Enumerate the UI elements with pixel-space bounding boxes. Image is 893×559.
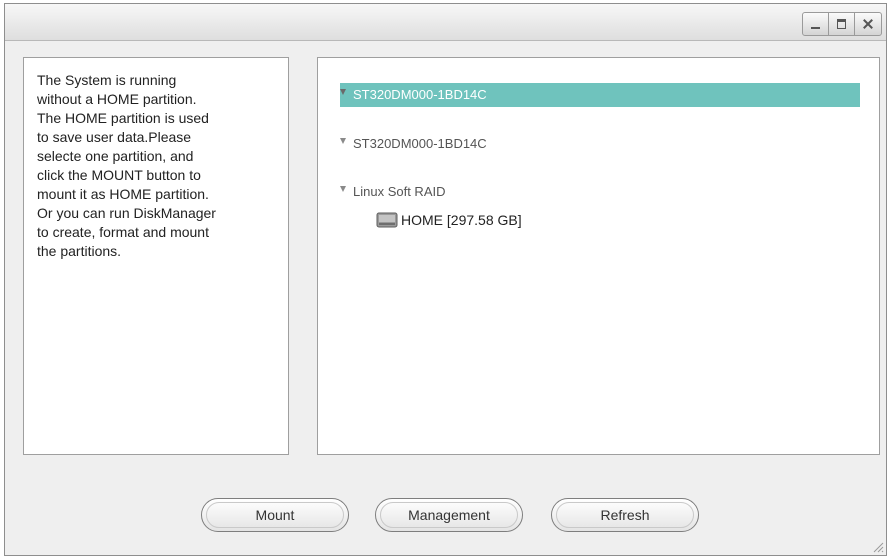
info-text-line: The System is running bbox=[37, 72, 177, 88]
maximize-icon[interactable] bbox=[829, 13, 855, 35]
management-button[interactable]: Management bbox=[375, 498, 523, 532]
title-bar[interactable] bbox=[5, 4, 886, 41]
tree-item-device-1[interactable]: ST320DM000-1BD14C bbox=[340, 83, 860, 107]
info-text-line: to save user data.Please bbox=[37, 129, 192, 145]
window-controls bbox=[802, 12, 882, 36]
disk-tree: ST320DM000-1BD14C ST320DM000-1BD14C Linu… bbox=[317, 57, 880, 455]
mount-button[interactable]: Mount bbox=[201, 498, 349, 532]
expand-arrow-icon[interactable] bbox=[340, 89, 346, 95]
partition-label: HOME [297.58 GB] bbox=[401, 212, 522, 228]
info-text-line: Or you can run DiskManager bbox=[37, 205, 216, 221]
info-text-line: click the MOUNT button to bbox=[37, 167, 201, 183]
info-text-line: without a HOME partition. bbox=[37, 91, 197, 107]
tree-item-label: Linux Soft RAID bbox=[353, 184, 446, 199]
disk-icon bbox=[376, 212, 398, 228]
management-button-label: Management bbox=[408, 507, 490, 523]
tree-item-label: ST320DM000-1BD14C bbox=[353, 87, 487, 102]
tree-item-raid[interactable]: Linux Soft RAID bbox=[340, 180, 740, 204]
refresh-button[interactable]: Refresh bbox=[551, 498, 699, 532]
info-text-line: to create, format and mount bbox=[37, 224, 209, 240]
info-text-line: mount it as HOME partition. bbox=[37, 186, 209, 202]
minimize-icon[interactable] bbox=[803, 13, 829, 35]
info-text-line: The HOME partition is used bbox=[37, 110, 209, 126]
mount-button-label: Mount bbox=[255, 507, 295, 523]
expand-arrow-icon[interactable] bbox=[340, 138, 346, 144]
refresh-button-label: Refresh bbox=[600, 507, 650, 523]
tree-item-partition-home[interactable]: HOME [297.58 GB] bbox=[376, 208, 676, 232]
tree-item-device-2[interactable]: ST320DM000-1BD14C bbox=[340, 132, 740, 156]
expand-arrow-icon[interactable] bbox=[340, 186, 346, 192]
close-icon[interactable] bbox=[855, 13, 881, 35]
info-panel: The System is running without a HOME par… bbox=[23, 57, 289, 455]
dialog-window: The System is running without a HOME par… bbox=[4, 3, 887, 556]
tree-item-label: ST320DM000-1BD14C bbox=[353, 136, 487, 151]
info-text-line: selecte one partition, and bbox=[37, 148, 194, 164]
resize-grip-icon[interactable] bbox=[872, 541, 884, 553]
info-text-line: the partitions. bbox=[37, 243, 122, 259]
